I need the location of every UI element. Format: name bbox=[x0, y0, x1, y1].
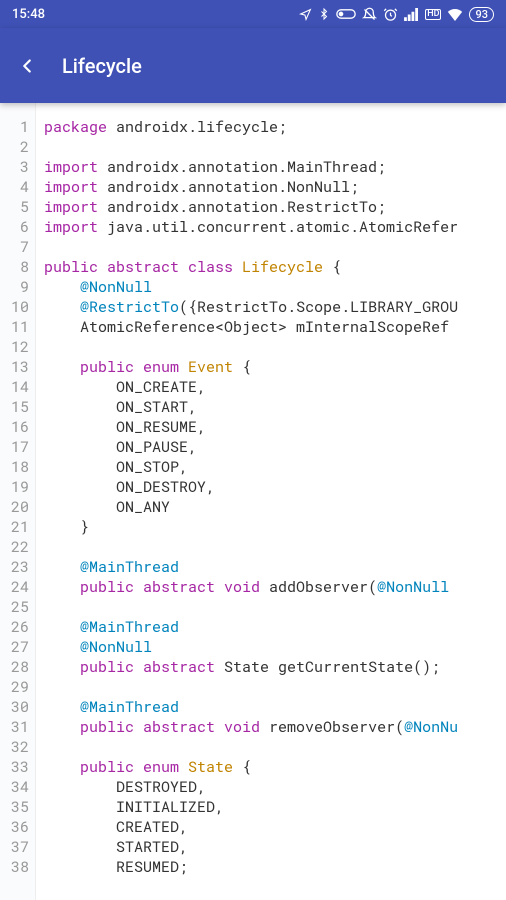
line-number: 29 bbox=[0, 677, 29, 697]
line-number: 18 bbox=[0, 457, 29, 477]
status-bar: 15:48 HD 93 bbox=[0, 0, 506, 28]
code-line[interactable] bbox=[44, 677, 506, 697]
line-number: 36 bbox=[0, 817, 29, 837]
page-title: Lifecycle bbox=[62, 54, 142, 78]
code-line[interactable]: public abstract void removeObserver(@Non… bbox=[44, 717, 506, 737]
code-line[interactable] bbox=[44, 737, 506, 757]
code-line[interactable]: public abstract State getCurrentState(); bbox=[44, 657, 506, 677]
line-number: 34 bbox=[0, 777, 29, 797]
line-number: 11 bbox=[0, 317, 29, 337]
line-number: 27 bbox=[0, 637, 29, 657]
code-line[interactable]: ON_DESTROY, bbox=[44, 477, 506, 497]
line-number: 10 bbox=[0, 297, 29, 317]
code-line[interactable]: @MainThread bbox=[44, 557, 506, 577]
alarm-icon bbox=[383, 7, 398, 22]
line-number: 12 bbox=[0, 337, 29, 357]
code-line[interactable]: } bbox=[44, 517, 506, 537]
line-number: 9 bbox=[0, 277, 29, 297]
code-line[interactable]: ON_START, bbox=[44, 397, 506, 417]
code-line[interactable]: INITIALIZED, bbox=[44, 797, 506, 817]
line-number: 15 bbox=[0, 397, 29, 417]
code-line[interactable]: @RestrictTo({RestrictTo.Scope.LIBRARY_GR… bbox=[44, 297, 506, 317]
code-line[interactable] bbox=[44, 337, 506, 357]
line-number: 13 bbox=[0, 357, 29, 377]
code-line[interactable]: ON_STOP, bbox=[44, 457, 506, 477]
code-line[interactable]: @MainThread bbox=[44, 617, 506, 637]
line-number: 16 bbox=[0, 417, 29, 437]
code-line[interactable]: import java.util.concurrent.atomic.Atomi… bbox=[44, 217, 506, 237]
line-number-gutter: 1234567891011121314151617181920212223242… bbox=[0, 103, 36, 900]
code-content[interactable]: package androidx.lifecycle; import andro… bbox=[36, 103, 506, 900]
line-number: 26 bbox=[0, 617, 29, 637]
code-line[interactable]: ON_CREATE, bbox=[44, 377, 506, 397]
code-editor[interactable]: 1234567891011121314151617181920212223242… bbox=[0, 103, 506, 900]
line-number: 21 bbox=[0, 517, 29, 537]
wifi-icon bbox=[447, 8, 463, 21]
code-line[interactable]: package androidx.lifecycle; bbox=[44, 117, 506, 137]
line-number: 28 bbox=[0, 657, 29, 677]
line-number: 30 bbox=[0, 697, 29, 717]
code-line[interactable]: import androidx.annotation.RestrictTo; bbox=[44, 197, 506, 217]
battery-icon: 93 bbox=[469, 7, 494, 22]
line-number: 14 bbox=[0, 377, 29, 397]
code-line[interactable]: @NonNull bbox=[44, 277, 506, 297]
dnd-icon bbox=[362, 7, 377, 22]
status-time: 15:48 bbox=[12, 7, 299, 22]
code-line[interactable] bbox=[44, 137, 506, 157]
code-line[interactable]: ON_PAUSE, bbox=[44, 437, 506, 457]
line-number: 35 bbox=[0, 797, 29, 817]
signal-icon bbox=[404, 8, 419, 21]
line-number: 37 bbox=[0, 837, 29, 857]
line-number: 25 bbox=[0, 597, 29, 617]
chevron-left-icon bbox=[16, 55, 38, 77]
code-line[interactable]: AtomicReference<Object> mInternalScopeRe… bbox=[44, 317, 506, 337]
app-bar: Lifecycle bbox=[0, 28, 506, 103]
line-number: 20 bbox=[0, 497, 29, 517]
location-icon bbox=[299, 8, 312, 21]
line-number: 1 bbox=[0, 117, 29, 137]
line-number: 2 bbox=[0, 137, 29, 157]
code-line[interactable]: import androidx.annotation.NonNull; bbox=[44, 177, 506, 197]
code-line[interactable]: ON_ANY bbox=[44, 497, 506, 517]
code-line[interactable] bbox=[44, 537, 506, 557]
line-number: 5 bbox=[0, 197, 29, 217]
line-number: 8 bbox=[0, 257, 29, 277]
line-number: 4 bbox=[0, 177, 29, 197]
vpn-icon bbox=[336, 8, 356, 20]
line-number: 22 bbox=[0, 537, 29, 557]
line-number: 17 bbox=[0, 437, 29, 457]
code-line[interactable]: @MainThread bbox=[44, 697, 506, 717]
code-line[interactable]: public enum State { bbox=[44, 757, 506, 777]
line-number: 24 bbox=[0, 577, 29, 597]
code-line[interactable] bbox=[44, 237, 506, 257]
code-line[interactable]: public enum Event { bbox=[44, 357, 506, 377]
line-number: 7 bbox=[0, 237, 29, 257]
line-number: 31 bbox=[0, 717, 29, 737]
line-number: 32 bbox=[0, 737, 29, 757]
line-number: 38 bbox=[0, 857, 29, 877]
code-line[interactable]: ON_RESUME, bbox=[44, 417, 506, 437]
line-number: 23 bbox=[0, 557, 29, 577]
code-line[interactable]: RESUMED; bbox=[44, 857, 506, 877]
hd-icon: HD bbox=[425, 9, 441, 20]
line-number: 19 bbox=[0, 477, 29, 497]
code-line[interactable]: STARTED, bbox=[44, 837, 506, 857]
line-number: 33 bbox=[0, 757, 29, 777]
bluetooth-icon bbox=[318, 7, 330, 21]
code-line[interactable]: CREATED, bbox=[44, 817, 506, 837]
code-line[interactable]: import androidx.annotation.MainThread; bbox=[44, 157, 506, 177]
status-icons: HD 93 bbox=[299, 7, 494, 22]
code-line[interactable]: @NonNull bbox=[44, 637, 506, 657]
line-number: 3 bbox=[0, 157, 29, 177]
code-line[interactable]: DESTROYED, bbox=[44, 777, 506, 797]
code-line[interactable]: public abstract class Lifecycle { bbox=[44, 257, 506, 277]
line-number: 6 bbox=[0, 217, 29, 237]
code-line[interactable] bbox=[44, 597, 506, 617]
back-button[interactable] bbox=[14, 53, 40, 79]
code-line[interactable]: public abstract void addObserver(@NonNul… bbox=[44, 577, 506, 597]
